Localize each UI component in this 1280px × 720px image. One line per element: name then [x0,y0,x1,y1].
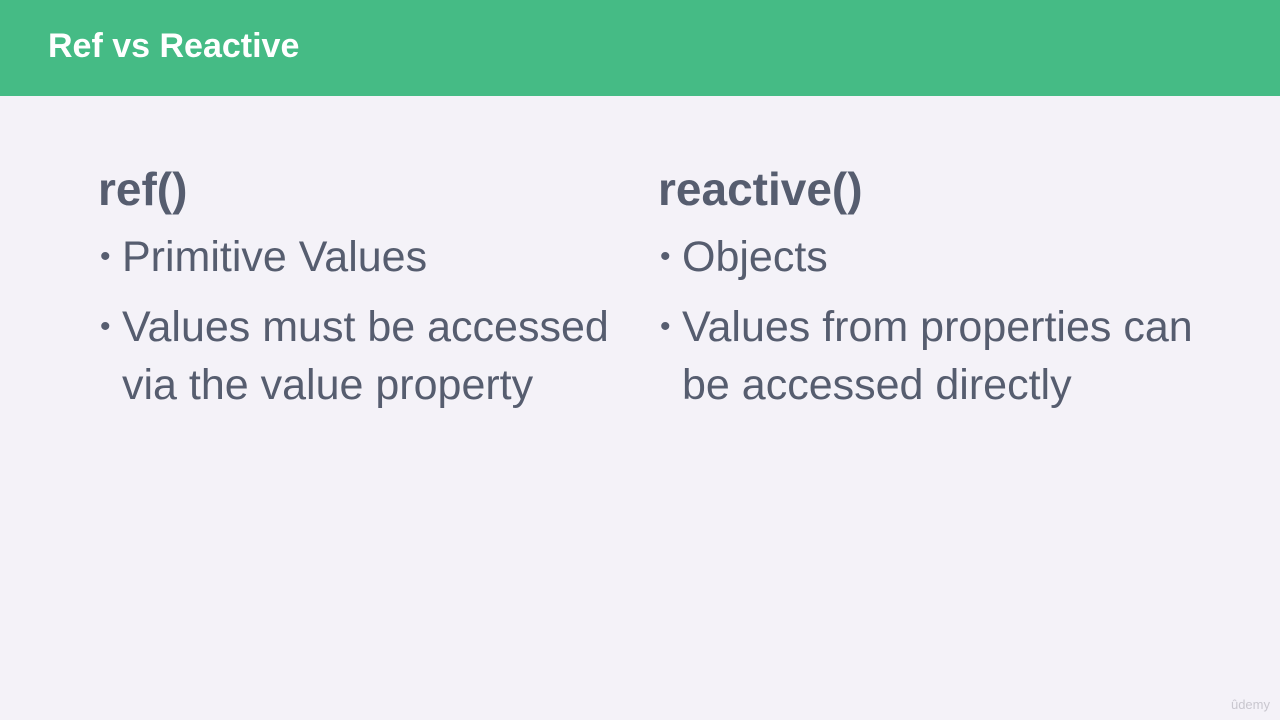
bullet-icon: • [100,240,111,273]
reactive-column: reactive() • Objects • Values from prope… [658,160,1218,426]
bullet-text: Values must be accessed via the value pr… [122,303,609,409]
list-item: • Objects [658,228,1218,286]
bullet-icon: • [100,310,111,343]
reactive-heading: reactive() [658,163,863,215]
bullet-text: Primitive Values [122,233,428,281]
bullet-text: Values from properties can be accessed d… [682,303,1193,409]
list-item: • Values must be accessed via the value … [98,298,628,414]
ref-bullet-list: • Primitive Values • Values must be acce… [98,228,628,414]
list-item: • Primitive Values [98,228,628,286]
ref-heading: ref() [98,163,188,215]
slide-title: Ref vs Reactive [48,27,300,65]
bullet-icon: • [660,310,671,343]
udemy-watermark: ûdemy [1230,697,1270,712]
bullet-text: Objects [682,233,828,281]
reactive-bullet-list: • Objects • Values from properties can b… [658,228,1218,414]
slide: Ref vs Reactive ref() • Primitive Values… [0,0,1280,720]
list-item: • Values from properties can be accessed… [658,298,1218,414]
bullet-icon: • [660,240,671,273]
ref-column: ref() • Primitive Values • Values must b… [98,160,628,426]
title-bar: Ref vs Reactive [0,0,1280,96]
